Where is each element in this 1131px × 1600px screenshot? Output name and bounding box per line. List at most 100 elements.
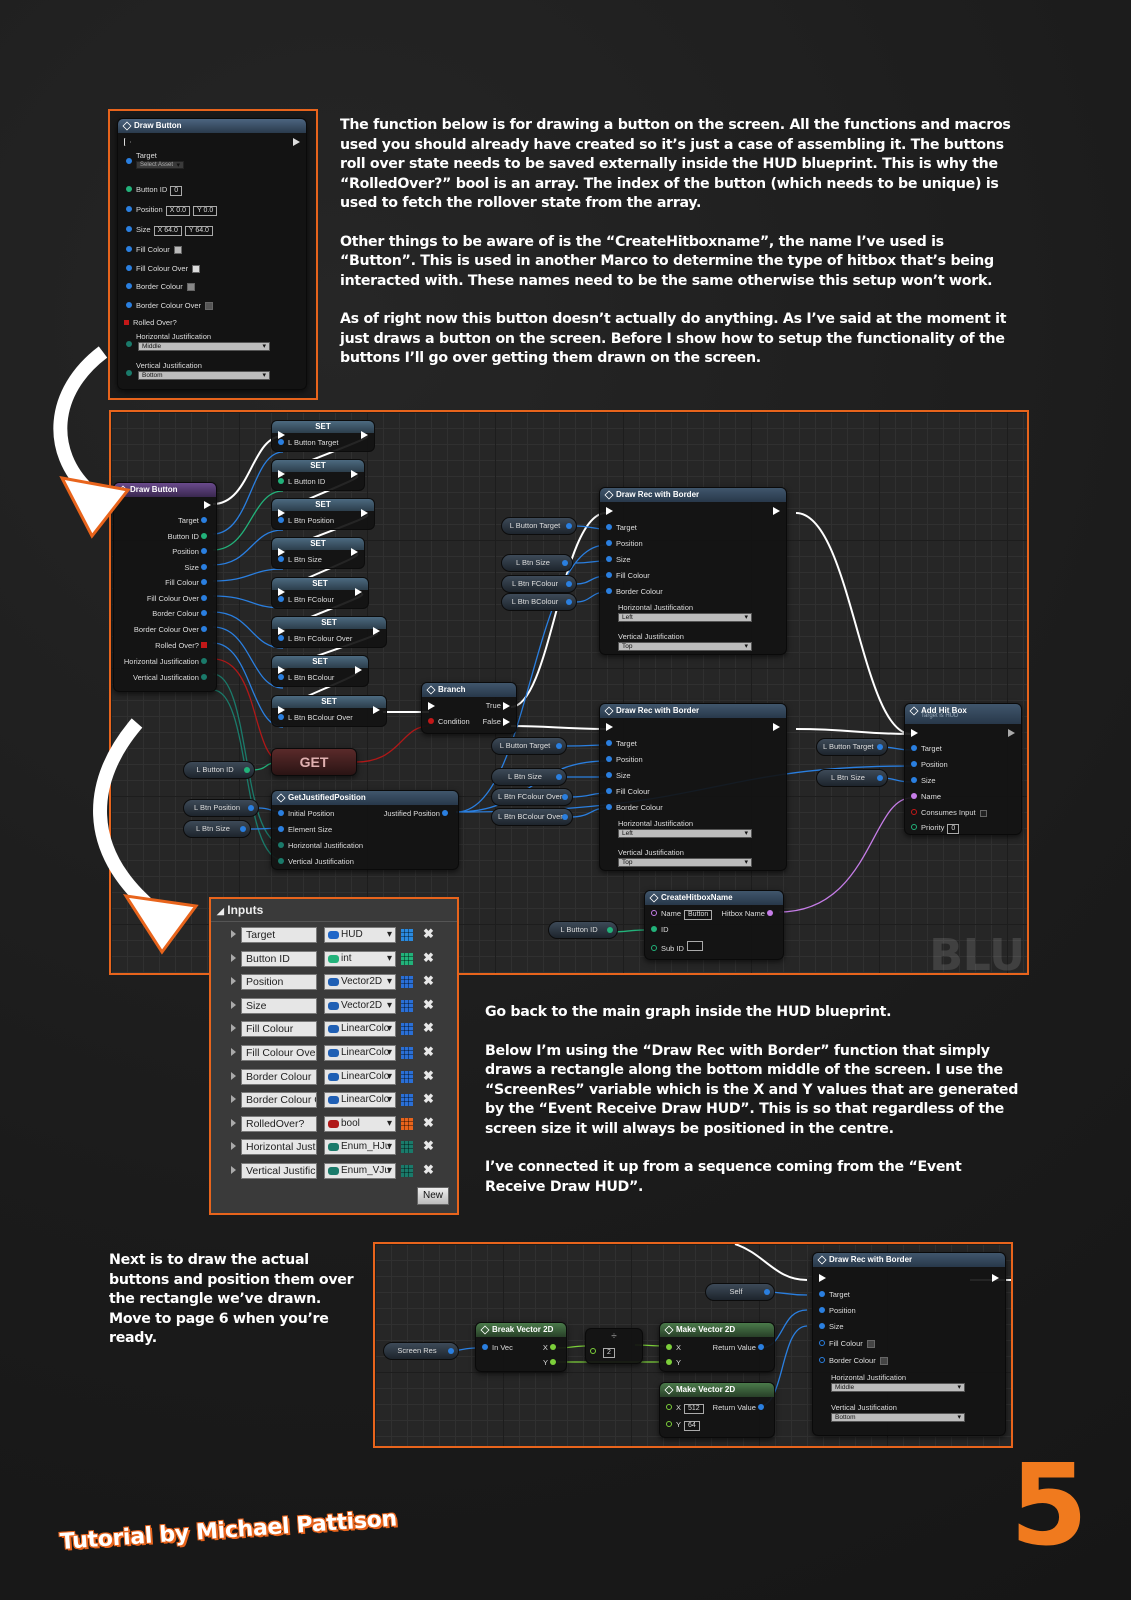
justified-position-pin[interactable]: Justified Position bbox=[384, 809, 452, 818]
expand-triangle-icon[interactable] bbox=[231, 977, 236, 986]
set-node-btn-fcolour-over[interactable]: SET L Btn FColour Over bbox=[271, 616, 387, 648]
input-type-dropdown[interactable]: HUD bbox=[324, 927, 396, 943]
button-id-value[interactable]: 0 bbox=[170, 186, 183, 196]
expand-triangle-icon[interactable] bbox=[231, 1166, 236, 1174]
border-colour-over-swatch[interactable] bbox=[205, 302, 214, 311]
container-type-icon[interactable] bbox=[401, 1070, 413, 1083]
var-right-l-button-target[interactable]: L Button Target bbox=[816, 738, 888, 756]
entry-fill-colour-over-pin[interactable]: Fill Colour Over bbox=[147, 594, 211, 603]
input-name-field[interactable]: Horizontal Just bbox=[241, 1139, 317, 1156]
remove-input-icon[interactable]: ✖ bbox=[423, 926, 434, 942]
border-colour-pin[interactable]: Border Colour bbox=[126, 282, 195, 292]
priority-pin[interactable]: Priority 0 bbox=[911, 823, 960, 834]
make-vector-1-node[interactable]: Make Vector 2D X Y Return Value bbox=[659, 1322, 775, 1372]
h-just-dropdown[interactable]: Middle bbox=[138, 342, 270, 351]
new-input-button[interactable]: New bbox=[417, 1187, 449, 1205]
entry-border-colour-over-pin[interactable]: Border Colour Over bbox=[134, 625, 211, 634]
entry-border-colour-pin[interactable]: Border Colour bbox=[152, 609, 211, 618]
entry-button-id-pin[interactable]: Button ID bbox=[168, 532, 211, 541]
entry-target-pin[interactable]: Target bbox=[178, 516, 211, 525]
var-bot-l-btn-bcolour-over[interactable]: L Btn BColour Over bbox=[491, 808, 573, 826]
select-asset-dropdown[interactable]: Select Asset bbox=[136, 161, 184, 169]
set-node-button-id[interactable]: SET L Button ID bbox=[271, 459, 365, 491]
input-name-field[interactable]: Fill Colour Over bbox=[241, 1045, 317, 1061]
var-screen-res[interactable]: Screen Res bbox=[383, 1342, 459, 1360]
draw-button-node[interactable]: Draw Button Target Select Asset Button I… bbox=[117, 118, 307, 390]
set-node-btn-position[interactable]: SET L Btn Position bbox=[271, 498, 375, 530]
entry-h-just-pin[interactable]: Horizontal Justification bbox=[124, 657, 211, 666]
remove-input-icon[interactable]: ✖ bbox=[423, 997, 434, 1013]
remove-input-icon[interactable]: ✖ bbox=[423, 973, 434, 989]
remove-input-icon[interactable]: ✖ bbox=[423, 1044, 434, 1060]
set-node-btn-size[interactable]: SET L Btn Size bbox=[271, 537, 365, 569]
input-row[interactable]: Position Vector2D ✖ bbox=[211, 972, 451, 992]
draw-rec-2-border-colour-pin[interactable]: Border Colour bbox=[819, 1356, 888, 1366]
hitbox-name-pin[interactable]: Name Button bbox=[651, 909, 713, 920]
fill-colour-over-pin[interactable]: Fill Colour Over bbox=[126, 264, 201, 274]
break-vector-node[interactable]: Break Vector 2D In Vec X Y bbox=[475, 1322, 567, 1372]
input-type-dropdown[interactable]: int bbox=[324, 950, 396, 967]
container-type-icon[interactable] bbox=[401, 999, 413, 1012]
branch-node[interactable]: Branch Condition True False bbox=[421, 682, 517, 734]
exec-in-icon[interactable] bbox=[124, 138, 131, 147]
remove-input-icon[interactable]: ✖ bbox=[423, 950, 434, 966]
expand-triangle-icon[interactable] bbox=[231, 1048, 236, 1056]
remove-input-icon[interactable]: ✖ bbox=[423, 1115, 434, 1131]
input-row[interactable]: Border Colour C LinearColo ✖ bbox=[211, 1090, 451, 1110]
get-justified-position-node[interactable]: GetJustifiedPosition Initial Position El… bbox=[271, 790, 459, 870]
position-pin[interactable]: Position X 0.0 Y 0.0 bbox=[126, 205, 218, 216]
fill-colour-pin[interactable]: Fill Colour bbox=[126, 245, 182, 255]
consumes-input-pin[interactable]: Consumes Input bbox=[911, 808, 987, 817]
var-l-button-id[interactable]: L Button ID bbox=[183, 761, 255, 779]
size-pin[interactable]: Size X 64.0 Y 64.0 bbox=[126, 225, 213, 236]
input-row[interactable]: Fill Colour LinearColo ✖ bbox=[211, 1019, 451, 1039]
expand-triangle-icon[interactable] bbox=[231, 1071, 236, 1080]
v-just-dropdown[interactable]: Bottom bbox=[138, 371, 270, 380]
input-row[interactable]: Horizontal Just Enum_HJu ✖ bbox=[211, 1137, 451, 1157]
entry-fill-colour-pin[interactable]: Fill Colour bbox=[165, 578, 211, 587]
draw-rec-top-v-just-dropdown[interactable]: Top bbox=[618, 642, 752, 651]
container-type-icon[interactable] bbox=[401, 976, 413, 989]
divide-node[interactable]: ÷ 2 bbox=[585, 1328, 643, 1364]
draw-button-entry-node[interactable]: Draw Button Target Button ID Position Si… bbox=[113, 482, 217, 692]
expand-triangle-icon[interactable] bbox=[231, 1000, 236, 1009]
input-name-field[interactable]: Size bbox=[241, 997, 317, 1014]
fill-colour-swatch[interactable] bbox=[173, 246, 182, 255]
container-type-icon[interactable] bbox=[401, 1047, 413, 1059]
branch-false-pin[interactable]: False bbox=[483, 717, 510, 727]
make-vector-2-node[interactable]: Make Vector 2D X 512 Y 64 Return Value bbox=[659, 1382, 775, 1438]
branch-condition-pin[interactable]: Condition bbox=[428, 717, 470, 726]
position-y-field[interactable]: Y 0.0 bbox=[193, 206, 218, 216]
container-type-icon[interactable] bbox=[401, 952, 413, 965]
input-row[interactable]: RolledOver? bool ✖ bbox=[211, 1114, 451, 1134]
draw-rec-bottom-v-just-dropdown[interactable]: Top bbox=[618, 858, 752, 867]
hitbox-name-field[interactable]: Button bbox=[684, 910, 713, 920]
gjp-v-just-pin[interactable]: Vertical Justification bbox=[278, 857, 354, 866]
input-type-dropdown[interactable]: LinearColo bbox=[324, 1068, 396, 1085]
var-top-l-btn-bcolour[interactable]: L Btn BColour bbox=[501, 593, 577, 611]
divide-value-field[interactable]: 2 bbox=[603, 1348, 615, 1358]
input-name-field[interactable]: Target bbox=[241, 927, 317, 943]
exec-out-icon[interactable] bbox=[293, 138, 300, 147]
input-row[interactable]: Vertical Justific Enum_VJu ✖ bbox=[211, 1161, 451, 1181]
add-hit-box-node[interactable]: Add Hit Box Target is HUD Target Position… bbox=[904, 703, 1022, 835]
expand-triangle-icon[interactable] bbox=[231, 1095, 236, 1104]
make-vector-2-y-field[interactable]: 64 bbox=[684, 1421, 700, 1431]
var-top-l-btn-fcolour[interactable]: L Btn FColour bbox=[501, 575, 577, 593]
input-type-dropdown[interactable]: Vector2D bbox=[324, 997, 396, 1014]
expand-triangle-icon[interactable] bbox=[231, 930, 236, 938]
var-top-l-btn-size[interactable]: L Btn Size bbox=[501, 554, 573, 572]
draw-rec-top-node[interactable]: Draw Rec with Border Target Position Siz… bbox=[599, 487, 787, 655]
input-name-field[interactable]: Border Colour C bbox=[241, 1092, 317, 1109]
v-just-pin[interactable]: Vertical Justification Bottom bbox=[126, 361, 270, 380]
rolled-over-pin[interactable]: Rolled Over? bbox=[124, 318, 177, 327]
inputs-title[interactable]: ◢ Inputs bbox=[217, 903, 263, 917]
container-type-icon[interactable] bbox=[401, 1023, 413, 1036]
entry-v-just-pin[interactable]: Vertical Justification bbox=[133, 673, 211, 682]
input-type-dropdown[interactable]: bool bbox=[324, 1115, 396, 1132]
var-self[interactable]: Self bbox=[705, 1283, 775, 1301]
input-type-dropdown[interactable]: LinearColo bbox=[324, 1045, 396, 1061]
draw-rec-bottom-node[interactable]: Draw Rec with Border Target Position Siz… bbox=[599, 703, 787, 871]
position-x-field[interactable]: X 0.0 bbox=[165, 206, 191, 216]
input-row[interactable]: Fill Colour Over LinearColo ✖ bbox=[211, 1043, 451, 1063]
